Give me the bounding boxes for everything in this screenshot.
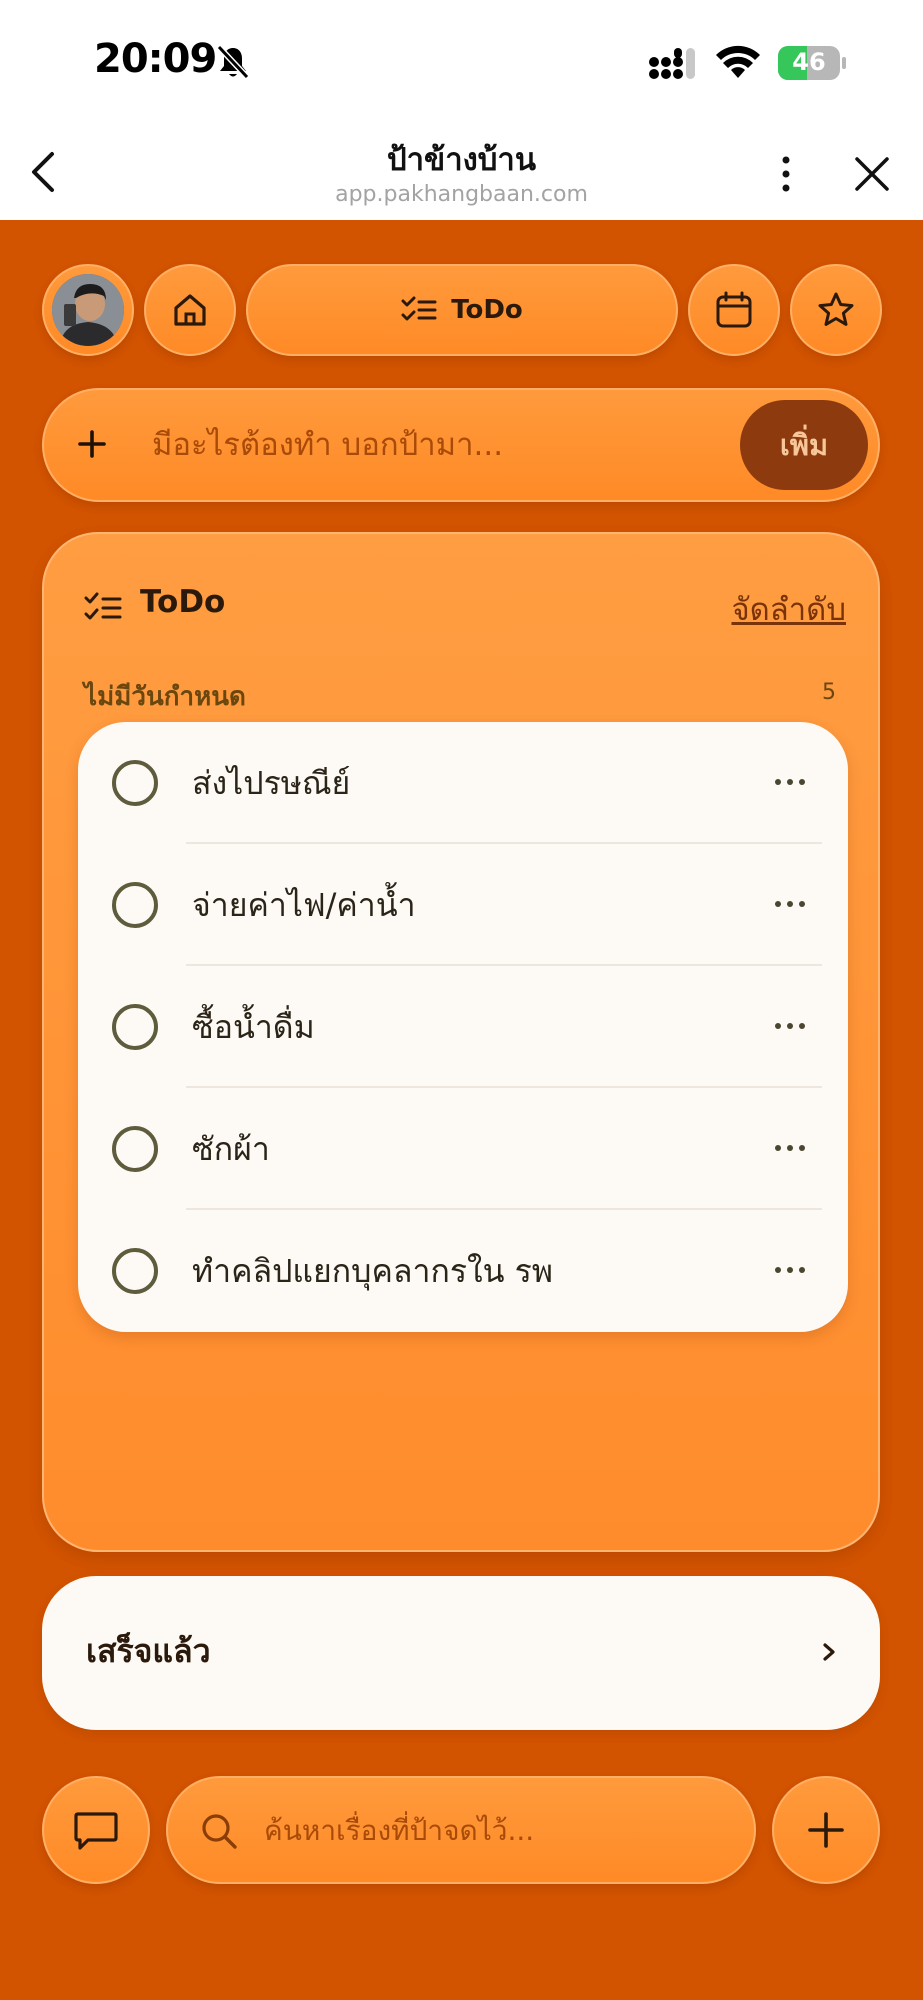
todo-card: ToDo จัดลำดับ ไม่มีวันกำหนด 5 ส่งไปรษณีย… [42,532,880,1552]
task-row: ซักผ้า [78,1088,848,1210]
add-button[interactable] [772,1776,880,1884]
add-task-button[interactable]: เพิ่ม [740,400,868,490]
task-checkbox[interactable] [112,1126,158,1172]
home-button[interactable] [144,264,236,356]
task-checkbox[interactable] [112,1248,158,1294]
task-label[interactable]: ซื้อน้ำดื่ม [192,1002,315,1053]
avatar [52,274,124,346]
calendar-button[interactable] [688,264,780,356]
done-section[interactable]: เสร็จแล้ว [42,1576,880,1730]
avatar-button[interactable] [42,264,134,356]
task-label[interactable]: จ่ายค่าไฟ/ค่าน้ำ [192,880,416,931]
status-bar: 20:09 46 [0,0,923,120]
signal-icon [649,48,695,79]
section-label: ไม่มีวันกำหนด [84,682,246,712]
checklist-icon [401,296,437,321]
plus-icon [78,430,106,458]
tab-todo-label: ToDo [451,295,523,325]
add-task-bar: เพิ่ม [42,388,880,502]
chevron-right-icon [823,1643,835,1661]
search-input[interactable] [264,1800,734,1860]
calendar-icon [716,291,752,328]
search-bar [166,1776,756,1884]
favorites-button[interactable] [790,264,882,356]
bell-muted-icon [216,44,250,80]
chat-button[interactable] [42,1776,150,1884]
task-checkbox[interactable] [112,882,158,928]
plus-icon [808,1812,844,1848]
browser-header: ป้าข้างบ้าน app.pakhangbaan.com [0,120,923,220]
task-row: จ่ายค่าไฟ/ค่าน้ำ [78,844,848,966]
task-list: ส่งไปรษณีย์ จ่ายค่าไฟ/ค่าน้ำ ซื้อน้ำดื่ม… [78,722,848,1332]
section-count: 5 [822,680,836,705]
task-checkbox[interactable] [112,760,158,806]
more-horizontal-icon[interactable] [772,1136,808,1160]
task-row: ซื้อน้ำดื่ม [78,966,848,1088]
search-icon [202,1814,237,1849]
checklist-icon [84,592,122,620]
chat-icon [74,1812,118,1850]
more-horizontal-icon[interactable] [772,892,808,916]
status-time: 20:09 [94,36,217,82]
tab-todo[interactable]: ToDo [246,264,678,356]
card-title: ToDo [140,584,226,620]
wifi-icon [716,45,760,78]
sort-link[interactable]: จัดลำดับ [731,584,846,634]
more-horizontal-icon[interactable] [772,1014,808,1038]
task-label[interactable]: ส่งไปรษณีย์ [192,758,350,809]
more-vertical-icon[interactable] [776,154,796,194]
app-area: ToDo เพิ่ม ToDo จัดล [0,220,923,2000]
task-row: ทำคลิปแยกบุคลากรใน รพ [78,1210,848,1332]
task-label[interactable]: ซักผ้า [192,1124,270,1175]
task-row: ส่งไปรษณีย์ [78,722,848,844]
more-horizontal-icon[interactable] [772,1258,808,1282]
close-icon[interactable] [852,154,892,194]
task-label[interactable]: ทำคลิปแยกบุคลากรใน รพ [192,1246,553,1297]
task-checkbox[interactable] [112,1004,158,1050]
battery-charging-icon: 46 [778,46,846,80]
add-task-input[interactable] [152,410,572,480]
more-horizontal-icon[interactable] [772,770,808,794]
star-icon [818,292,854,326]
home-icon [174,294,206,326]
done-label: เสร็จแล้ว [86,1632,211,1670]
battery-percent: 46 [792,48,826,76]
